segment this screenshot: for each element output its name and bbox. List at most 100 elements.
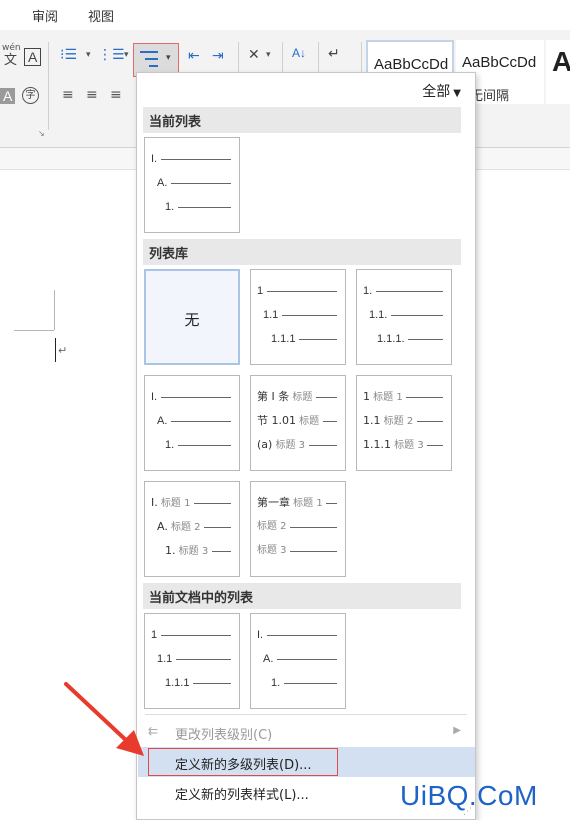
align-center-icon[interactable]: ≡	[86, 88, 98, 102]
align-right-icon[interactable]: ≡	[110, 88, 122, 102]
list-number-label: 1.	[363, 285, 373, 297]
tab-view[interactable]: 视图	[88, 6, 114, 25]
list-preview-row: 1.1	[157, 652, 237, 668]
list-preview-row: 1.1.1	[271, 332, 343, 348]
paragraph-mark-icon: ↵	[58, 344, 68, 357]
list-preview-row: I.	[257, 628, 343, 644]
menu-item-label: 定义新的多级列表(D)...	[175, 758, 312, 773]
red-pointer-arrow-icon	[64, 682, 144, 756]
section-document-lists: 当前文档中的列表	[143, 583, 461, 609]
list-filter-label: 全部	[422, 84, 451, 100]
list-preview-line	[212, 551, 231, 552]
list-preview-line	[290, 551, 337, 552]
section-list-library: 列表库	[143, 239, 461, 265]
ribbon-tab-bar: 审阅 视图	[0, 0, 570, 30]
list-number-label: 1.1.1	[271, 333, 296, 345]
bullets-dropdown-icon[interactable]: ▾	[86, 51, 91, 60]
section-title: 列表库	[149, 247, 189, 262]
list-preview-line	[316, 397, 337, 398]
list-preview-line	[161, 159, 231, 160]
style-tile-heading[interactable]: A	[546, 40, 570, 104]
list-preview-row: 1.1.1.	[377, 332, 449, 348]
list-preview-row: A.	[157, 414, 237, 430]
list-preview-row: 1. 标题 3	[165, 544, 237, 560]
multilevel-list-dropdown: 全部 ▼ 当前列表 列表库 当前文档中的列表 I. A. 1. 无 1 1.1 1.1.1…	[136, 72, 476, 820]
list-preview-line	[282, 315, 337, 316]
tab-review[interactable]: 审阅	[32, 6, 58, 25]
style-sample: A	[552, 46, 570, 77]
list-preview-line	[309, 445, 337, 446]
list-preview-row: A. 标题 2	[157, 520, 237, 536]
decrease-indent-icon[interactable]: ⇤	[188, 49, 200, 63]
margin-mark	[54, 290, 55, 330]
menu-item-label: 定义新的列表样式(L)...	[175, 788, 309, 803]
current-list-tile[interactable]: I. A. 1.	[144, 137, 240, 233]
multilevel-list-icon	[140, 50, 162, 68]
list-preview-row: 1.1 标题 2	[363, 414, 449, 430]
list-preview-line	[376, 291, 443, 292]
watermark: UiBQ.CoM	[400, 780, 538, 811]
bullets-icon[interactable]: ⁝☰	[60, 48, 77, 62]
menu-define-multilevel-list[interactable]: 定义新的多级列表(D)...	[138, 747, 475, 777]
menu-item-label: 更改列表级别(C)	[175, 728, 273, 743]
list-library-tile[interactable]: 1. 1.1. 1.1.1.	[356, 269, 452, 365]
list-preview-row: 1.	[271, 676, 343, 692]
list-filter-dropdown[interactable]: 全部 ▼	[422, 81, 461, 101]
list-number-label: 1. 标题 3	[165, 544, 209, 557]
align-left-icon[interactable]: ≡	[62, 88, 74, 102]
list-tile-none[interactable]: 无	[144, 269, 240, 365]
list-number-label: (a) 标题 3	[257, 438, 306, 451]
list-preview-line	[391, 315, 443, 316]
section-title: 当前列表	[149, 115, 202, 130]
list-library-tile[interactable]: I. 标题 1 A. 标题 2 1. 标题 3	[144, 481, 240, 577]
list-number-label: 1.	[271, 677, 281, 689]
show-marks-icon[interactable]: ↵	[328, 47, 340, 61]
list-preview-line	[178, 207, 231, 208]
list-preview-line	[176, 659, 231, 660]
list-number-label: A.	[263, 653, 274, 665]
list-number-label: 1.1.1	[165, 677, 190, 689]
list-preview-row: I.	[151, 152, 237, 168]
list-number-label: I.	[151, 153, 158, 165]
character-border-icon[interactable]: A	[24, 48, 42, 66]
style-sample: AaBbCcDd	[462, 54, 537, 71]
multilevel-list-dropdown-icon: ▾	[166, 53, 171, 63]
numbering-icon[interactable]: ⋮☰	[98, 48, 125, 62]
section-current-list: 当前列表	[143, 107, 461, 133]
list-library-tile[interactable]: 第 Ⅰ 条 标题节 1.01 标题 (a) 标题 3	[250, 375, 346, 471]
list-library-tile[interactable]: 1 1.1 1.1.1	[250, 269, 346, 365]
list-preview-line	[267, 635, 337, 636]
chinese-layout-icon[interactable]: ✕	[248, 48, 260, 62]
list-preview-line	[267, 291, 337, 292]
numbering-dropdown-icon[interactable]: ▾	[124, 51, 129, 60]
list-preview-row: 1.1.1 标题 3	[363, 438, 449, 454]
list-number-label: 1	[257, 285, 264, 297]
list-preview-row: 节 1.01 标题	[257, 414, 343, 430]
list-preview-row: 标题 2	[257, 520, 343, 536]
menu-change-list-level[interactable]: ⇇ 更改列表级别(C) ▶	[138, 717, 475, 747]
list-preview-line	[171, 183, 231, 184]
list-preview-line	[194, 503, 231, 504]
list-preview-row: 1.1.	[369, 308, 449, 324]
submenu-arrow-icon: ▶	[453, 725, 461, 736]
list-library-tile[interactable]: 第一章 标题 1 标题 2 标题 3	[250, 481, 346, 577]
list-preview-line	[204, 527, 231, 528]
sort-icon[interactable]: A↓	[292, 47, 306, 59]
chinese-layout-dropdown-icon[interactable]: ▾	[266, 51, 271, 60]
character-shading-icon[interactable]: A	[0, 88, 16, 104]
list-preview-row: 1.	[363, 284, 449, 300]
list-preview-line	[417, 421, 443, 422]
list-library-tile[interactable]: 1 标题 1 1.1 标题 2 1.1.1 标题 3	[356, 375, 452, 471]
group-separator	[48, 42, 49, 130]
increase-indent-icon[interactable]: ⇥	[212, 49, 224, 63]
list-preview-line	[161, 397, 231, 398]
document-list-tile[interactable]: I. A. 1.	[250, 613, 346, 709]
text-caret	[55, 338, 56, 362]
phonetic-guide-icon[interactable]: wén	[2, 44, 21, 53]
font-dialog-launcher-icon[interactable]: ↘	[38, 130, 45, 138]
enclose-characters-icon[interactable]: 字	[22, 87, 39, 104]
list-preview-line	[408, 339, 443, 340]
list-library-tile[interactable]: I. A. 1.	[144, 375, 240, 471]
list-preview-row: 1	[151, 628, 237, 644]
list-number-label: I.	[151, 391, 158, 403]
